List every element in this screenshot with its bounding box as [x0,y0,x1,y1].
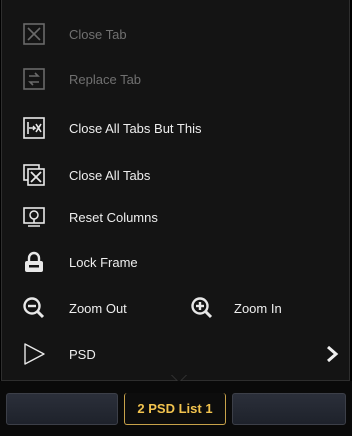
menu-item-zoom-in[interactable]: Zoom In [170,288,350,328]
menu-item-zoom-out[interactable]: Zoom Out [2,288,172,328]
chevron-right-icon [327,346,339,362]
menu-item-close-all-but-this[interactable]: Close All Tabs But This [2,108,351,148]
menu-item-replace-tab[interactable]: Replace Tab [2,59,351,99]
close-others-icon [23,117,45,139]
tab-bar: 2 PSD List 1 [0,381,352,436]
zoom-out-icon [23,297,45,319]
menu-item-lock-frame[interactable]: Lock Frame [2,242,351,282]
lock-icon [25,251,43,272]
zoom-out-label: Zoom Out [69,300,127,316]
menu-item-label: Close All Tabs [69,167,151,183]
close-all-icon [23,164,45,186]
tab-inactive-left[interactable] [6,393,118,425]
menu-item-label: Replace Tab [69,71,142,87]
play-triangle-icon [24,343,45,365]
psd-label: PSD [69,346,96,362]
menu-item-label: Lock Frame [69,254,138,270]
menu-item-label: Close Tab [69,26,127,42]
close-tab-icon [23,23,45,45]
menu-item-label: Reset Columns [69,209,158,225]
menu-item-close-tab[interactable]: Close Tab [2,14,351,54]
tab-label: 2 PSD List 1 [137,401,213,416]
menu-item-reset-columns[interactable]: Reset Columns [2,197,351,237]
menu-item-close-all-tabs[interactable]: Close All Tabs [2,155,351,195]
context-menu: Close Tab Replace Tab Close All Tabs But… [1,0,350,381]
tab-active[interactable]: 2 PSD List 1 [124,393,226,425]
menu-item-psd-submenu[interactable]: PSD [2,334,351,374]
menu-item-label: Close All Tabs But This [69,120,202,136]
replace-tab-icon [23,68,45,90]
tab-inactive-right[interactable] [232,393,346,425]
zoom-in-label: Zoom In [234,300,282,316]
zoom-in-icon [191,297,213,319]
reset-columns-icon [23,207,45,227]
